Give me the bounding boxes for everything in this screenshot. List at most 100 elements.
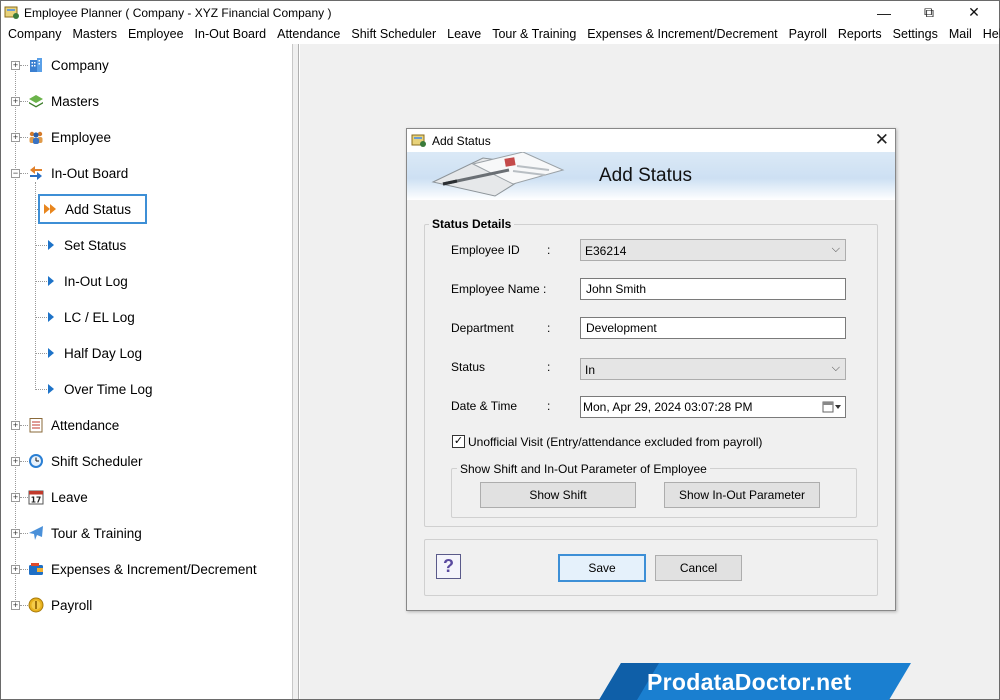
close-icon: ✕ [968,4,980,20]
tree-item-attendance[interactable]: Attendance [27,414,119,436]
tree-item-label: Payroll [51,597,93,613]
expand-attendance[interactable]: + [11,421,20,430]
tree-subitem-half-day-log[interactable]: Half Day Log [48,342,142,364]
wallet-icon [27,560,45,578]
date-time-picker[interactable]: Mon, Apr 29, 2024 03:07:28 PM [580,396,846,418]
menu-bar: Company Masters Employee In-Out Board At… [1,24,1000,43]
department-label: Department [451,321,514,335]
people-icon [27,128,45,146]
tree-subitem-label: Add Status [65,201,132,217]
expand-leave[interactable]: + [11,493,20,502]
tree-subline [35,182,36,390]
collapse-in-out-board[interactable]: − [11,169,20,178]
chevron-down-icon: ⌵ [831,362,840,374]
status-details-label: Status Details [429,217,515,231]
tree-item-label: Attendance [51,417,120,433]
menu-employee[interactable]: Employee [124,27,191,41]
building-icon [27,56,45,74]
employee-name-label: Employee Name : [451,282,547,296]
colon: : [547,360,551,374]
maximize-button[interactable]: ⧉ [906,1,952,24]
tree-subitem-lc-el-log[interactable]: LC / EL Log [48,306,135,328]
unofficial-visit-checkbox[interactable]: ✓ [452,435,465,448]
tree-item-label: Tour & Training [51,525,142,541]
expand-tour-training[interactable]: + [11,529,20,538]
tree-subitem-over-time-log[interactable]: Over Time Log [48,378,153,400]
tree-item-masters[interactable]: Masters [27,90,99,112]
tree-line [15,64,16,606]
tree-item-payroll[interactable]: Payroll [27,594,92,616]
tree-item-employee[interactable]: Employee [27,126,111,148]
menu-in-out-board[interactable]: In-Out Board [191,27,274,41]
expand-masters[interactable]: + [11,97,20,106]
menu-settings[interactable]: Settings [889,27,945,41]
menu-company[interactable]: Company [4,27,69,41]
application-window: Employee Planner ( Company - XYZ Financi… [0,0,1000,700]
menu-shift-scheduler[interactable]: Shift Scheduler [347,27,443,41]
dialog-app-icon [411,134,426,147]
minimize-icon: — [877,4,891,21]
menu-help[interactable]: Help [979,27,1000,41]
employee-name-field[interactable]: John Smith [580,278,846,300]
save-button[interactable]: Save [558,554,646,582]
menu-mail[interactable]: Mail [945,27,979,41]
minimize-button[interactable]: — [861,1,907,24]
tree-item-label: Masters [51,93,100,109]
expand-payroll[interactable]: + [11,601,20,610]
expand-shift-scheduler[interactable]: + [11,457,20,466]
tree-subitem-label: Half Day Log [64,345,143,361]
menu-masters[interactable]: Masters [69,27,124,41]
status-select[interactable]: In ⌵ [580,358,846,380]
splitter[interactable] [293,44,299,699]
expand-employee[interactable]: + [11,133,20,142]
department-field[interactable]: Development [580,317,846,339]
help-icon[interactable]: ? [436,554,461,579]
double-arrow-icon [44,204,58,214]
menu-leave[interactable]: Leave [443,27,488,41]
employee-id-select[interactable]: E36214 ⌵ [580,239,846,261]
menu-payroll[interactable]: Payroll [785,27,834,41]
tree-subitem-add-status[interactable]: Add Status [38,194,148,224]
colon: : [547,399,551,413]
add-status-dialog: Add Status ✕ Add Status Status Details E… [406,128,896,611]
dialog-close-icon[interactable]: ✕ [875,130,889,150]
tree-subitem-set-status[interactable]: Set Status [48,234,126,256]
menu-tour-training[interactable]: Tour & Training [488,27,583,41]
status-value: In [585,363,596,377]
show-in-out-parameter-button[interactable]: Show In-Out Parameter [664,482,820,508]
colon: : [547,321,551,335]
expand-expenses[interactable]: + [11,565,20,574]
show-shift-button[interactable]: Show Shift [480,482,636,508]
tree-item-in-out-board[interactable]: In-Out Board [27,162,128,184]
expand-company[interactable]: + [11,61,20,70]
colon: : [547,243,551,257]
calendar-day: 17 [31,496,41,505]
menu-expenses[interactable]: Expenses & Increment/Decrement [583,27,784,41]
unofficial-visit-label: Unofficial Visit (Entry/attendance exclu… [468,435,763,449]
employee-id-label: Employee ID [451,243,520,257]
menu-reports[interactable]: Reports [834,27,889,41]
tree-item-expenses[interactable]: Expenses & Increment/Decrement [27,558,257,580]
close-button[interactable]: ✕ [951,1,997,24]
menu-attendance[interactable]: Attendance [273,27,347,41]
tree-item-leave[interactable]: 17 Leave [27,486,88,508]
dialog-title-bar: Add Status ✕ [407,129,895,152]
documents-pen-icon [431,152,565,197]
tree-subitem-in-out-log[interactable]: In-Out Log [48,270,128,292]
tree-subitem-label: LC / EL Log [64,309,135,325]
status-label: Status [451,360,486,374]
arrow-right-icon [48,240,54,250]
title-bar: Employee Planner ( Company - XYZ Financi… [1,1,999,24]
tree-subitem-label: Set Status [64,237,127,253]
arrow-right-icon [48,312,54,322]
tree-item-shift-scheduler[interactable]: Shift Scheduler [27,450,143,472]
tree-item-tour-training[interactable]: Tour & Training [27,522,142,544]
watermark-logo: ProdataDoctor.net [599,663,911,700]
cancel-button[interactable]: Cancel [655,555,742,581]
calendar-dropdown-icon[interactable] [822,400,842,414]
tree-item-label: In-Out Board [51,165,129,181]
navigation-tree: + Company + Masters + Employee − In-Out … [3,44,293,699]
watermark-text: ProdataDoctor.net [647,669,852,695]
tree-item-company[interactable]: Company [27,54,109,76]
tree-item-label: Expenses & Increment/Decrement [51,561,257,577]
